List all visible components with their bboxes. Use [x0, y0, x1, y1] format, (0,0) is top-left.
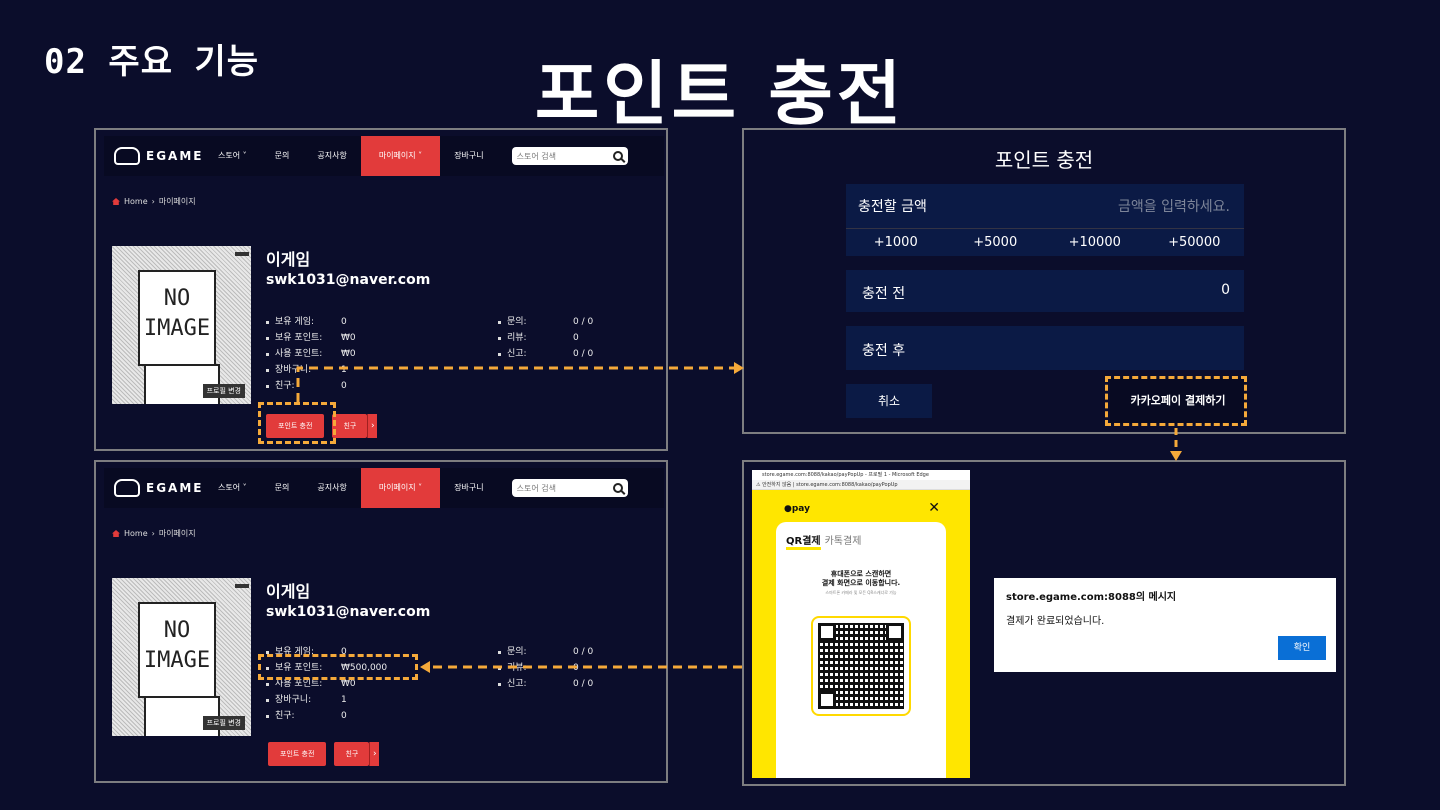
- arrowhead-left-icon: [420, 661, 430, 673]
- flow-arrows: [296, 362, 1182, 673]
- arrowhead-down-icon: [1170, 451, 1182, 461]
- arrowhead-right-icon: [734, 362, 744, 374]
- slide: 02 주요 기능 포인트 충전 EGAME 스토어 ˅ 문의 공지사항 마이페이…: [0, 0, 1440, 810]
- arrow-to-charge: [296, 366, 736, 402]
